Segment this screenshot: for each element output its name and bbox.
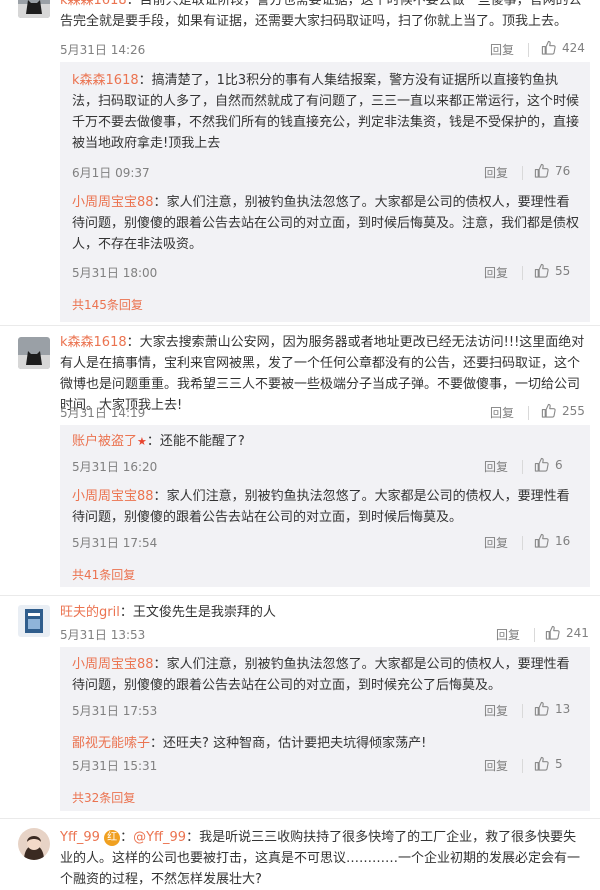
reply-button[interactable]: 回复 — [484, 164, 508, 181]
like-button[interactable]: 55 — [534, 263, 570, 278]
like-count: 255 — [562, 403, 585, 418]
divider — [522, 536, 523, 550]
like-count: 55 — [555, 263, 571, 278]
reply-username[interactable]: k森森1618 — [72, 73, 139, 88]
comment-divider — [0, 325, 600, 326]
divider — [522, 166, 523, 180]
reply-button[interactable]: 回复 — [484, 458, 508, 475]
avatar[interactable] — [18, 828, 50, 860]
more-replies-link[interactable]: 共41条回复 — [72, 566, 135, 583]
comment-time: 5月31日 14:19 — [60, 406, 146, 420]
like-count: 76 — [555, 163, 571, 178]
reply-button[interactable]: 回复 — [484, 702, 508, 719]
mention-link[interactable]: @Yff_99 — [133, 830, 186, 845]
reply-username[interactable]: 小周周宝宝88 — [72, 657, 154, 672]
reply-time: 5月31日 16:20 — [72, 460, 158, 474]
avatar[interactable] — [18, 0, 50, 18]
reply-text: 鄙视无能嗦子：还旺夫? 这种智商，估计要把夫坑得倾家荡产! — [72, 736, 427, 751]
like-button[interactable]: 13 — [534, 701, 570, 716]
reply-username[interactable]: 账户被盗了 — [72, 434, 137, 449]
comment-time: 5月31日 14:26 — [60, 43, 146, 57]
reply-button[interactable]: 回复 — [490, 41, 514, 58]
reply-button[interactable]: 回复 — [496, 626, 520, 643]
like-count: 5 — [555, 756, 563, 771]
like-count: 6 — [555, 457, 563, 472]
girl-avatar-icon — [18, 828, 50, 860]
reply-username[interactable]: 小周周宝宝88 — [72, 195, 154, 210]
divider — [528, 406, 529, 420]
reply-button[interactable]: 回复 — [484, 264, 508, 281]
like-count: 16 — [555, 533, 571, 548]
reply-username[interactable]: 小周周宝宝88 — [72, 489, 154, 504]
divider — [534, 628, 535, 642]
reply-time: 5月31日 18:00 — [72, 266, 158, 280]
reply-text: 小周周宝宝88：家人们注意，别被钓鱼执法忽悠了。大家都是公司的债权人，要理性看待… — [72, 489, 570, 525]
more-replies-link[interactable]: 共32条回复 — [72, 789, 135, 806]
book-cover-avatar-icon — [18, 605, 50, 637]
divider — [522, 704, 523, 718]
cat-avatar-icon — [18, 337, 50, 369]
thumbs-up-icon — [541, 403, 556, 418]
thumbs-up-icon — [534, 701, 549, 716]
reply-username[interactable]: 鄙视无能嗦子 — [72, 736, 150, 751]
reply-time: 6月1日 09:37 — [72, 166, 150, 180]
thumbs-up-icon — [534, 533, 549, 548]
like-button[interactable]: 241 — [545, 625, 589, 640]
reply-time: 5月31日 17:54 — [72, 536, 158, 550]
reply-text: 小周周宝宝88：家人们注意，别被钓鱼执法忽悠了。大家都是公司的债权人，要理性看待… — [72, 195, 580, 252]
like-button[interactable]: 76 — [534, 163, 570, 178]
reply-button[interactable]: 回复 — [484, 534, 508, 551]
reply-button[interactable]: 回复 — [490, 404, 514, 421]
comment-username[interactable]: k森森1618 — [60, 0, 127, 8]
avatar[interactable] — [18, 605, 50, 637]
user-badge-icon: 红 — [104, 829, 121, 846]
reply-text: 账户被盗了★：还能不能醒了? — [72, 434, 245, 449]
more-replies-link[interactable]: 共145条回复 — [72, 296, 143, 313]
thumbs-up-icon — [534, 163, 549, 178]
comment-username[interactable]: k森森1618 — [60, 335, 127, 350]
thumbs-up-icon — [545, 625, 560, 640]
reply-text: 小周周宝宝88：家人们注意，别被钓鱼执法忽悠了。大家都是公司的债权人，要理性看待… — [72, 657, 570, 693]
divider — [522, 759, 523, 773]
reply-time: 5月31日 17:53 — [72, 704, 158, 718]
comment-username[interactable]: Yff_99 — [60, 830, 100, 845]
divider — [528, 43, 529, 57]
like-button[interactable]: 255 — [541, 403, 585, 418]
divider — [522, 460, 523, 474]
comment-text: Yff_99 红：@Yff_99：我是听说三三收购扶持了很多快垮了的工厂企业，救… — [60, 829, 581, 887]
comment-text: k森森1618：目前只是取证阶段，警方也需要证据，这个时候不要去做一些傻事，官网… — [60, 0, 588, 32]
like-count: 424 — [562, 40, 585, 55]
thumbs-up-icon — [534, 263, 549, 278]
divider — [522, 266, 523, 280]
comment-divider — [0, 818, 600, 819]
thumbs-up-icon — [534, 457, 549, 472]
like-button[interactable]: 16 — [534, 533, 570, 548]
thumbs-up-icon — [541, 40, 556, 55]
like-count: 241 — [566, 625, 589, 640]
avatar[interactable] — [18, 337, 50, 369]
comment-username[interactable]: 旺夫的gril — [60, 605, 120, 620]
comment-divider — [0, 595, 600, 596]
comment-text: 旺夫的gril：王文俊先生是我崇拜的人 — [60, 605, 276, 620]
like-button[interactable]: 424 — [541, 40, 585, 55]
reply-button[interactable]: 回复 — [484, 757, 508, 774]
reply-time: 5月31日 15:31 — [72, 759, 158, 773]
like-button[interactable]: 5 — [534, 756, 563, 771]
like-count: 13 — [555, 701, 571, 716]
reply-text: k森森1618：搞清楚了，1比3积分的事有人集结报案，警方没有证据所以直接钓鱼执… — [72, 73, 580, 151]
like-button[interactable]: 6 — [534, 457, 563, 472]
comment-time: 5月31日 13:53 — [60, 628, 146, 642]
thumbs-up-icon — [534, 756, 549, 771]
cat-avatar-icon — [18, 0, 50, 18]
star-badge-icon: ★ — [137, 435, 147, 448]
